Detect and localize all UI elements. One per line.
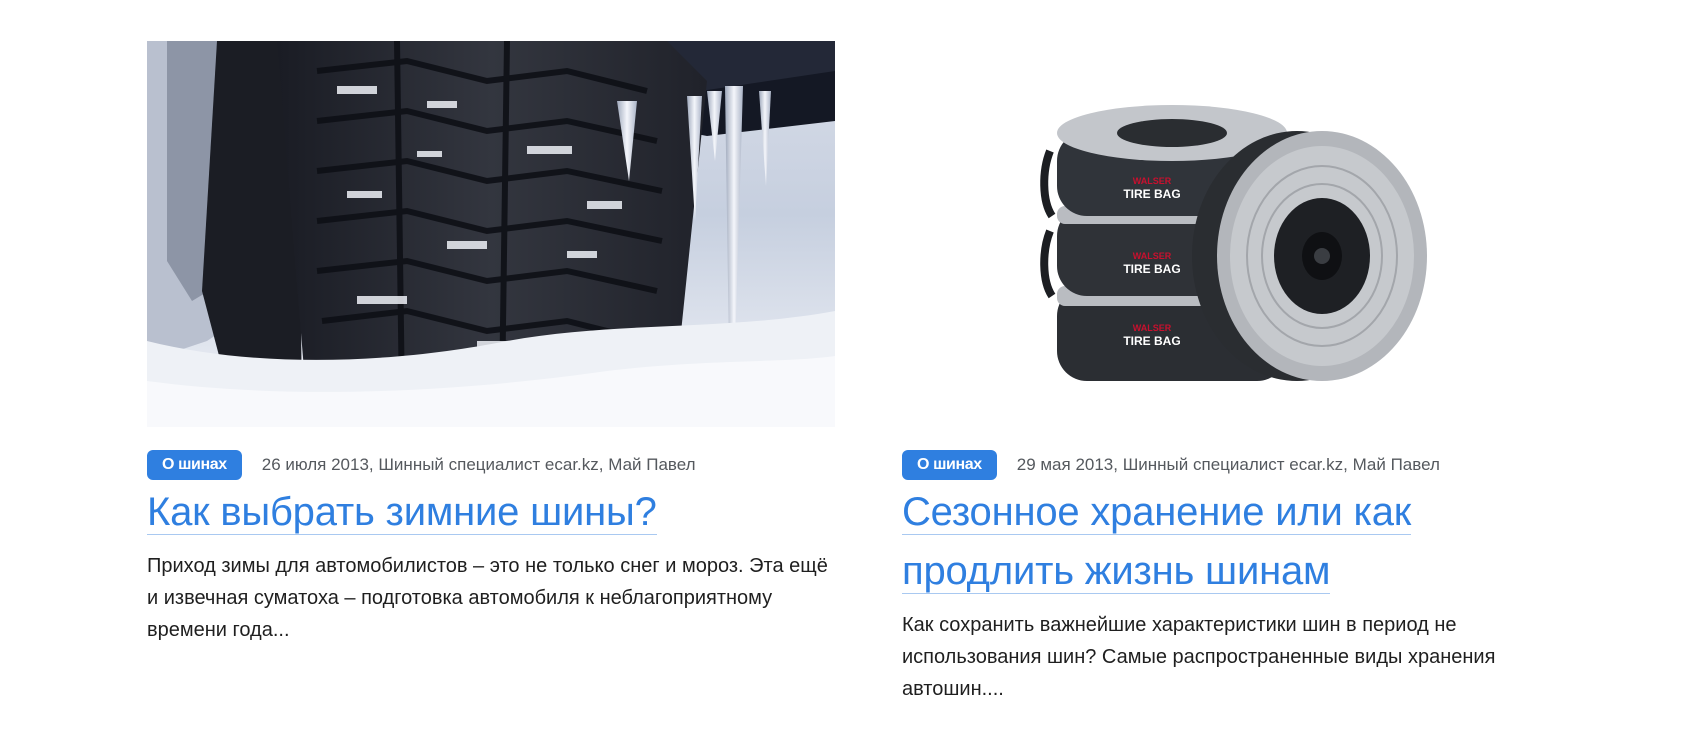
article-meta: О шинах 26 июля 2013, Шинный специалист …	[147, 450, 827, 480]
articles-list: О шинах 26 июля 2013, Шинный специалист …	[0, 0, 1690, 738]
svg-text:WALSER: WALSER	[1133, 323, 1172, 333]
article-card: WALSER TIRE BAG WALSER TIRE BAG WALSER T…	[902, 41, 1590, 705]
winter-tire-photo	[147, 41, 835, 427]
svg-text:WALSER: WALSER	[1133, 251, 1172, 261]
article-image-link[interactable]: WALSER TIRE BAG WALSER TIRE BAG WALSER T…	[902, 41, 1590, 427]
brand-logo-text: WALSER	[1133, 176, 1172, 186]
svg-text:TIRE BAG: TIRE BAG	[1123, 334, 1180, 348]
category-tag[interactable]: О шинах	[147, 450, 242, 480]
article-card: О шинах 26 июля 2013, Шинный специалист …	[147, 41, 835, 646]
article-date-author: 26 июля 2013, Шинный специалист ecar.kz,…	[261, 455, 696, 474]
article-meta: О шинах 29 мая 2013, Шинный специалист e…	[902, 450, 1582, 480]
label-text: TIRE BAG	[1123, 187, 1180, 201]
tire-bags-photo: WALSER TIRE BAG WALSER TIRE BAG WALSER T…	[902, 41, 1590, 427]
article-date-author: 29 мая 2013, Шинный специалист ecar.kz, …	[1016, 455, 1440, 474]
svg-text:TIRE BAG: TIRE BAG	[1123, 262, 1180, 276]
article-image-link[interactable]	[147, 41, 835, 427]
article-title-link[interactable]: Сезонное хранение или как продлить жизнь…	[902, 490, 1411, 594]
tire-bag-upright	[1192, 131, 1427, 381]
category-tag[interactable]: О шинах	[902, 450, 997, 480]
article-excerpt: Приход зимы для автомобилистов – это не …	[147, 555, 828, 641]
article-excerpt: Как сохранить важнейшие характеристики ш…	[902, 614, 1496, 700]
article-title-link[interactable]: Как выбрать зимние шины?	[147, 490, 657, 535]
